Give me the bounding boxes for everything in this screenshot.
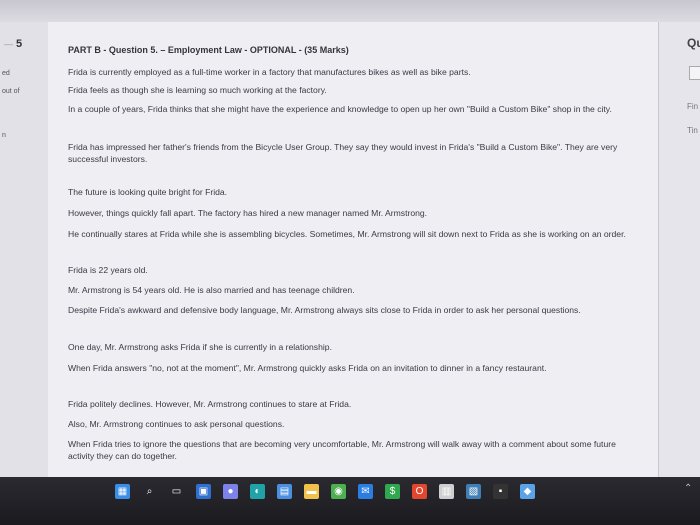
widgets-icon[interactable]: ▣ <box>196 484 211 499</box>
file-explorer-icon[interactable]: ▬ <box>304 484 319 499</box>
panel-heading-qu: Qu <box>687 36 700 50</box>
question-paragraph: One day, Mr. Armstrong asks Frida if she… <box>68 342 332 352</box>
question-paragraph: Also, Mr. Armstrong continues to ask per… <box>68 419 285 429</box>
terminal-icon[interactable]: ▪ <box>493 484 508 499</box>
question-content-area: PART B - Question 5. – Employment Law - … <box>48 22 658 477</box>
windows-taskbar: ▦ ⌕ ▭ ▣ ● ◐ ▤ ▬ ◉ ✉ $ O ▥ ▧ ▪ ◆ ⌃ <box>0 477 700 525</box>
edge-icon[interactable]: ◐ <box>250 484 265 499</box>
chevron-up-icon[interactable]: ⌃ <box>684 483 692 494</box>
question-paragraph: He continually stares at Frida while she… <box>68 229 626 239</box>
chat-icon[interactable]: ● <box>223 484 238 499</box>
time-label: Tin <box>687 126 698 135</box>
search-icon[interactable]: ⌕ <box>142 484 157 499</box>
panel-label-n: n <box>2 132 6 139</box>
chrome-icon[interactable]: ◉ <box>331 484 346 499</box>
task-view-icon[interactable]: ▭ <box>169 484 184 499</box>
store-icon[interactable]: ▤ <box>277 484 292 499</box>
question-paragraph: Despite Frida's awkward and defensive bo… <box>68 305 581 315</box>
finish-label[interactable]: Fin <box>687 102 698 111</box>
question-paragraph: Frida politely declines. However, Mr. Ar… <box>68 399 352 409</box>
question-paragraph: Mr. Armstrong is 54 years old. He is als… <box>68 285 355 295</box>
question-number-text: 5 <box>16 38 23 50</box>
previous-question-number[interactable]: —5 <box>4 38 22 50</box>
browser-top-bar <box>0 0 700 22</box>
panel-label-out-of: out of <box>2 88 20 95</box>
question-paragraph: When Frida tries to ignore the questions… <box>68 439 616 461</box>
weather-icon[interactable]: ◆ <box>520 484 535 499</box>
question-paragraph: However, things quickly fall apart. The … <box>68 208 428 218</box>
question-text: PART B - Question 5. – Employment Law - … <box>68 44 638 461</box>
office-icon[interactable]: O <box>412 484 427 499</box>
screen: —5 ed out of n PART B - Question 5. – Em… <box>0 0 700 525</box>
question-paragraph: In a couple of years, Frida thinks that … <box>68 104 612 114</box>
question-paragraph: Frida is 22 years old. <box>68 265 148 275</box>
question-navigation-panel: —5 ed out of n <box>0 22 49 477</box>
question-paragraph: Frida feels as though she is learning so… <box>68 85 327 95</box>
calculator-icon[interactable]: ▥ <box>439 484 454 499</box>
quiz-summary-panel: Qu Fin Tin <box>658 22 700 477</box>
question-nav-box[interactable] <box>689 66 700 80</box>
question-title: PART B - Question 5. – Employment Law - … <box>68 45 349 55</box>
windows-start-icon[interactable]: ▦ <box>115 484 130 499</box>
gallery-icon[interactable]: ▧ <box>466 484 481 499</box>
mail-icon[interactable]: ✉ <box>358 484 373 499</box>
question-paragraph: Frida is currently employed as a full-ti… <box>68 67 471 77</box>
question-paragraph: The future is looking quite bright for F… <box>68 187 228 197</box>
question-paragraph: Frida has impressed her father's friends… <box>68 142 618 164</box>
panel-label-ed: ed <box>2 70 10 77</box>
money-app-icon[interactable]: $ <box>385 484 400 499</box>
question-paragraph: When Frida answers "no, not at the momen… <box>68 363 547 373</box>
